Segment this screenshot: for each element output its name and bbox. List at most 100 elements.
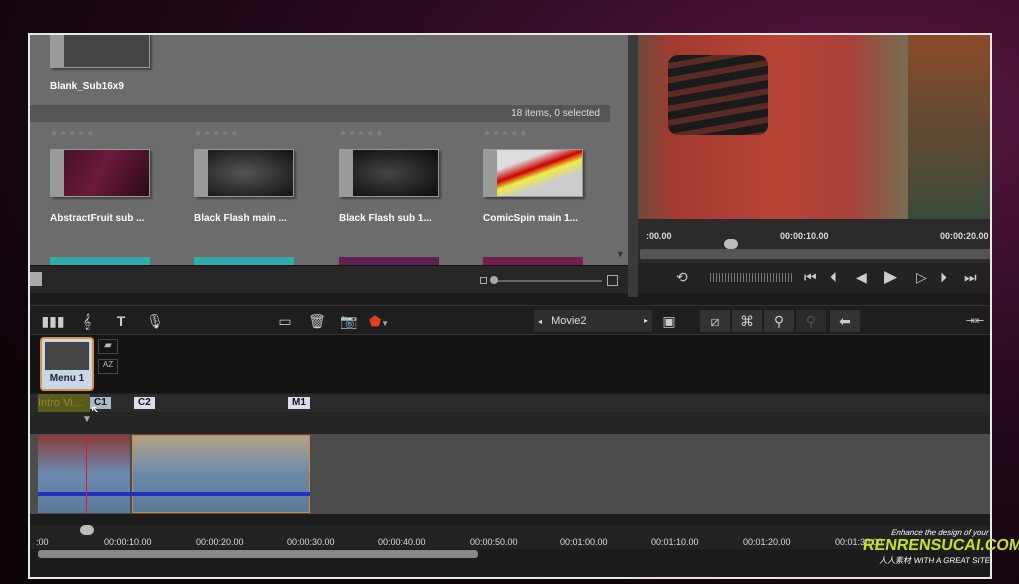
razor-icon[interactable]: ▭ bbox=[272, 310, 298, 332]
vent-detail bbox=[668, 55, 768, 135]
step-forward-icon[interactable]: ▷ bbox=[916, 269, 927, 286]
marker-icon[interactable]: ⬟▼ bbox=[366, 310, 392, 332]
menu-thumbnail[interactable]: Menu 1 bbox=[40, 337, 94, 391]
ruler-label: 00:01:20.00 bbox=[743, 537, 791, 547]
scroll-down-icon[interactable]: ▼ bbox=[616, 249, 625, 259]
ruler-label: :00 bbox=[36, 537, 49, 547]
timeline-playhead[interactable] bbox=[80, 525, 94, 535]
audio-mixer-icon[interactable]: ▮▮▮ bbox=[40, 310, 66, 332]
intro-video-clip[interactable]: Intro Vi... bbox=[38, 394, 90, 412]
item-label: AbstractFruit sub ... bbox=[50, 213, 145, 224]
ruler-label: 00:00:40.00 bbox=[378, 537, 426, 547]
preview-ruler[interactable]: :00.00 00:00:10.00 00:00:20.00 bbox=[638, 219, 990, 263]
return-marker-m1[interactable]: M1 bbox=[288, 397, 310, 409]
ruler-label: 00:00:20.00 bbox=[196, 537, 244, 547]
large-size-icon[interactable] bbox=[607, 275, 618, 286]
go-end-icon[interactable]: ⏭ bbox=[964, 269, 977, 286]
prev-project-button[interactable]: ◂ bbox=[534, 317, 542, 326]
thumbnail bbox=[50, 149, 150, 197]
disc-menu-area: Menu 1 ▰ AZ bbox=[30, 335, 990, 393]
caption-link-icon[interactable]: ⌘ bbox=[732, 310, 762, 332]
item-label: Black Flash sub 1... bbox=[339, 213, 432, 224]
folder-icon[interactable] bbox=[30, 272, 42, 286]
project-name: Movie2 bbox=[551, 315, 587, 327]
panel-divider[interactable] bbox=[628, 35, 638, 297]
video-clip-selected[interactable] bbox=[132, 435, 310, 513]
library-item[interactable]: ★★★★★ ComicSpin main 1... bbox=[483, 128, 603, 224]
playhead[interactable] bbox=[724, 239, 738, 249]
thumbnail-partial bbox=[339, 257, 439, 265]
item-label: Black Flash main ... bbox=[194, 213, 287, 224]
thumbnail-partial bbox=[194, 257, 294, 265]
rating-stars[interactable]: ★★★★★ bbox=[339, 128, 459, 139]
ruler-label: 00:00:10.00 bbox=[780, 231, 829, 241]
ruler-label: 00:00:50.00 bbox=[470, 537, 518, 547]
watermark-line: Enhance the design of your bbox=[890, 528, 990, 537]
disabled-link-icon[interactable]: ⚲ bbox=[796, 310, 826, 332]
title-icon[interactable]: T bbox=[108, 310, 134, 332]
library-item[interactable]: ★★★★★ Black Flash sub 1... bbox=[339, 128, 459, 224]
watermark-line: RENRENSUCAI.COM bbox=[861, 537, 1019, 554]
library-item-blank-sub[interactable]: Blank_Sub16x9 bbox=[50, 35, 170, 92]
play-icon[interactable]: ▶ bbox=[884, 267, 897, 287]
transport-controls: ⟲ ⏮ ⏴ ◀ ▶ ▷ ⏵ ⏭ bbox=[638, 263, 990, 293]
trash-icon[interactable]: 🗑 bbox=[304, 310, 330, 332]
return-icon[interactable]: ⬅ bbox=[830, 310, 860, 332]
chapter-track: Intro Vi... C1 C2 M1 ↖ bbox=[30, 394, 990, 418]
item-label: ComicSpin main 1... bbox=[483, 213, 579, 224]
snapshot-icon[interactable]: 📷 bbox=[336, 310, 362, 332]
timeline-ruler[interactable]: :00 00:00:10.00 00:00:20.00 00:00:30.00 … bbox=[30, 525, 990, 549]
thumbnail-partial bbox=[50, 257, 150, 265]
title-track: ▼ bbox=[30, 412, 990, 434]
thumbnail-partial bbox=[483, 257, 583, 265]
video-preview bbox=[638, 35, 990, 219]
person bbox=[908, 35, 990, 219]
fit-timeline-icon[interactable]: ⇥⇤ bbox=[962, 310, 988, 332]
thumbnail bbox=[50, 35, 150, 68]
go-start-icon[interactable]: ⏮ bbox=[804, 269, 817, 286]
item-label: Blank_Sub16x9 bbox=[50, 81, 124, 92]
library-item[interactable]: ★★★★★ AbstractFruit sub ... bbox=[50, 128, 170, 224]
playhead-line bbox=[86, 434, 87, 514]
loop-icon[interactable]: ⟲ bbox=[676, 269, 688, 286]
library-status: 18 items, 0 selected bbox=[30, 105, 610, 122]
jog-wheel[interactable] bbox=[710, 273, 792, 282]
timeline-scrollbar[interactable] bbox=[38, 550, 478, 558]
menu-library-panel: Blank_Sub16x9 18 items, 0 selected ★★★★★… bbox=[30, 35, 628, 265]
library-footer bbox=[30, 265, 628, 293]
chapter-marker-c2[interactable]: C2 bbox=[134, 397, 155, 409]
menu-label: Menu 1 bbox=[49, 373, 85, 384]
watermark-line: 人人素材 WITH A GREAT SITE! bbox=[879, 556, 993, 565]
small-size-icon[interactable] bbox=[480, 277, 487, 284]
prev-frame-icon[interactable]: ⏴ bbox=[830, 269, 837, 286]
add-menu-icon[interactable]: ▰ bbox=[98, 339, 118, 354]
thumbnail bbox=[483, 149, 583, 197]
video-clip[interactable] bbox=[38, 435, 130, 513]
next-project-button[interactable]: ▸ bbox=[644, 310, 648, 332]
rating-stars[interactable]: ★★★★★ bbox=[50, 128, 170, 139]
thumbnail bbox=[194, 149, 294, 197]
ruler-label: 00:01:10.00 bbox=[651, 537, 699, 547]
microphone-icon[interactable]: 🎙 bbox=[142, 310, 168, 332]
music-icon[interactable]: 𝄞 bbox=[74, 310, 100, 332]
thumbnail bbox=[339, 149, 439, 197]
insert-point-icon: ▼ bbox=[82, 414, 92, 425]
preview-scrubber[interactable] bbox=[640, 249, 990, 259]
rating-stars[interactable]: ★★★★★ bbox=[483, 128, 603, 139]
ruler-label: 00:00:30.00 bbox=[287, 537, 335, 547]
sort-icon[interactable]: AZ bbox=[98, 359, 118, 374]
rating-stars[interactable]: ★★★★★ bbox=[194, 128, 314, 139]
project-selector[interactable]: ◂ Movie2 ▸ bbox=[534, 310, 652, 332]
storyboard-icon[interactable]: ▣ bbox=[656, 310, 682, 332]
next-frame-icon[interactable]: ⏵ bbox=[940, 269, 947, 286]
audio-waveform bbox=[38, 492, 310, 496]
zoom-slider[interactable] bbox=[492, 280, 602, 282]
watermark-logo: Enhance the design of your RENRENSUCAI.C… bbox=[858, 528, 1019, 578]
zoom-slider-handle[interactable] bbox=[490, 276, 498, 284]
step-back-icon[interactable]: ◀ bbox=[856, 269, 867, 286]
ruler-label: 00:01:00.00 bbox=[560, 537, 608, 547]
app-window: Blank_Sub16x9 18 items, 0 selected ★★★★★… bbox=[28, 33, 992, 579]
no-transition-icon[interactable]: ⧄ bbox=[700, 310, 730, 332]
library-item[interactable]: ★★★★★ Black Flash main ... bbox=[194, 128, 314, 224]
insert-link-icon[interactable]: ⚲ bbox=[764, 310, 794, 332]
